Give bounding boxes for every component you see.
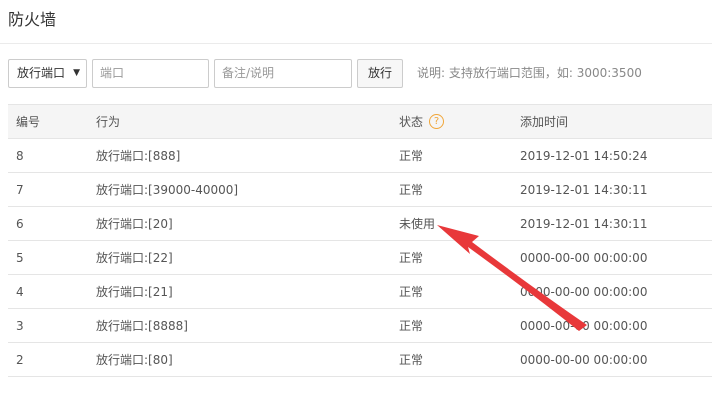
column-header-id: 编号 — [8, 104, 96, 139]
cell-action: 放行端口:[80] — [96, 342, 399, 377]
allow-button[interactable]: 放行 — [357, 59, 403, 88]
chevron-down-icon: ▼ — [73, 68, 80, 78]
note-input[interactable]: 备注/说明 — [214, 59, 352, 88]
table-header-row: 编号 行为 状态? 添加时间 — [8, 104, 712, 139]
cell-id: 5 — [8, 240, 96, 275]
question-circle-icon[interactable]: ? — [429, 114, 445, 129]
port-input[interactable]: 端口 — [92, 59, 209, 88]
cell-action: 放行端口:[21] — [96, 274, 399, 309]
cell-id: 2 — [8, 342, 96, 377]
protocol-select-value: 放行端口 — [17, 66, 66, 80]
table-body: 8 放行端口:[888] 正常 2019-12-01 14:50:24 7 放行端口:[3… — [8, 138, 712, 377]
cell-id: 6 — [8, 206, 96, 241]
cell-status: 正常 — [399, 240, 520, 275]
cell-added: 0000-00-00 00:00:00 — [520, 274, 712, 309]
column-header-action: 行为 — [96, 104, 399, 139]
cell-added: 2019-12-01 14:30:11 — [520, 206, 712, 241]
cell-status: 未使用 — [399, 206, 520, 241]
cell-added: 2019-12-01 14:30:11 — [520, 172, 712, 207]
column-header-added: 添加时间 — [520, 104, 712, 139]
table-row: 2 放行端口:[80] 正常 0000-00-00 00:00:00 — [8, 342, 712, 377]
firewall-toolbar: 放行端口 ▼ 端口 备注/说明 放行 说明: 支持放行端口范围，如: 3000:… — [0, 0, 712, 100]
table-row: 8 放行端口:[888] 正常 2019-12-01 14:50:24 — [8, 138, 712, 173]
protocol-select[interactable]: 放行端口 ▼ — [8, 59, 87, 88]
cell-action: 放行端口:[22] — [96, 240, 399, 275]
cell-id: 4 — [8, 274, 96, 309]
table-row: 6 放行端口:[20] 未使用 2019-12-01 14:30:11 — [8, 206, 712, 241]
cell-status: 正常 — [399, 342, 520, 377]
table-row: 7 放行端口:[39000-40000] 正常 2019-12-01 14:30:11 — [8, 172, 712, 207]
cell-added: 0000-00-00 00:00:00 — [520, 240, 712, 275]
cell-added: 0000-00-00 00:00:00 — [520, 308, 712, 343]
cell-action: 放行端口:[888] — [96, 138, 399, 173]
cell-action: 放行端口:[20] — [96, 206, 399, 241]
cell-id: 3 — [8, 308, 96, 343]
column-header-status-label: 状态 — [399, 115, 424, 129]
table-row: 3 放行端口:[8888] 正常 0000-00-00 00:00:00 — [8, 308, 712, 343]
hint-text: 说明: 支持放行端口范围，如: 3000:3500 — [417, 66, 642, 80]
firewall-rules-table: 编号 行为 状态? 添加时间 8 放行端口:[888] 正常 2019-12-01 1… — [8, 104, 712, 377]
port-input-placeholder: 端口 — [100, 66, 125, 80]
cell-added: 0000-00-00 00:00:00 — [520, 342, 712, 377]
cell-status: 正常 — [399, 308, 520, 343]
column-header-status: 状态? — [399, 104, 520, 139]
table-row: 5 放行端口:[22] 正常 0000-00-00 00:00:00 — [8, 240, 712, 275]
cell-id: 7 — [8, 172, 96, 207]
cell-action: 放行端口:[39000-40000] — [96, 172, 399, 207]
cell-action: 放行端口:[8888] — [96, 308, 399, 343]
note-input-placeholder: 备注/说明 — [222, 66, 275, 80]
cell-status: 正常 — [399, 138, 520, 173]
cell-added: 2019-12-01 14:50:24 — [520, 138, 712, 173]
cell-status: 正常 — [399, 172, 520, 207]
table-row: 4 放行端口:[21] 正常 0000-00-00 00:00:00 — [8, 274, 712, 309]
cell-status: 正常 — [399, 274, 520, 309]
cell-id: 8 — [8, 138, 96, 173]
